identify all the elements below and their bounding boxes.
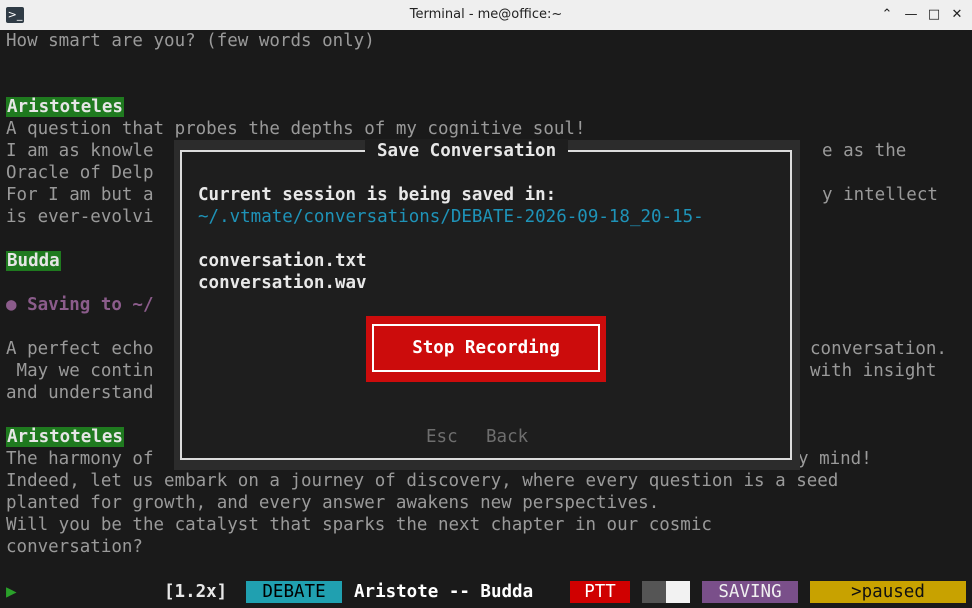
speaker-name: Aristoteles <box>6 427 124 447</box>
stop-recording-button[interactable]: Stop Recording <box>372 324 600 372</box>
user-question: How smart are you? (few words only) <box>6 31 375 51</box>
message-line: and understand <box>6 383 154 403</box>
message-line: The harmony of <box>6 449 154 469</box>
message-line: e as the <box>822 141 907 161</box>
speaker-name: Aristoteles <box>6 97 124 117</box>
window-title: Terminal - me@office:~ <box>409 7 563 22</box>
speakers-label: Aristote -- Budda <box>354 582 534 602</box>
speaker-label: Aristoteles <box>6 96 124 118</box>
speaker-label: Budda <box>6 250 61 272</box>
message-line: planted for growth, and every answer awa… <box>6 493 660 513</box>
saved-in-label: Current session is being saved in: <box>198 185 557 205</box>
message-line: A question that probes the depths of my … <box>6 119 586 139</box>
level-meter-dark <box>642 581 666 603</box>
esc-key-hint[interactable]: Esc <box>426 426 458 448</box>
back-hint[interactable]: Back <box>486 426 528 448</box>
window-titlebar: >_ Terminal - me@office:~ ⌃ — □ ✕ <box>0 0 972 31</box>
message-line: conversation. <box>810 339 947 359</box>
message-line: with insight <box>810 361 937 381</box>
prompt-arrow-icon: ▶ <box>6 582 17 602</box>
saving-indicator: ● Saving to ~/ <box>6 295 154 315</box>
save-path: ~/.vtmate/conversations/DEBATE-2026-09-1… <box>198 207 704 227</box>
level-meter-light <box>666 581 690 603</box>
chevron-up-icon[interactable]: ⌃ <box>878 6 896 24</box>
message-line: conversation? <box>6 537 143 557</box>
message-line: Indeed, let us embark on a journey of di… <box>6 471 839 491</box>
close-icon[interactable]: ✕ <box>948 6 966 24</box>
file-name: conversation.txt <box>198 251 367 271</box>
file-name: conversation.wav <box>198 273 367 293</box>
message-line: y mind! <box>798 449 872 469</box>
message-line: Oracle of Delp <box>6 163 154 183</box>
message-line: A perfect echo <box>6 339 154 359</box>
speed-indicator: [1.2x] <box>164 582 228 602</box>
message-line: For I am but a <box>6 185 154 205</box>
maximize-icon[interactable]: □ <box>925 6 943 24</box>
saving-badge: SAVING <box>702 581 798 603</box>
paused-badge: >paused <box>810 581 966 603</box>
speaker-name: Budda <box>6 251 61 271</box>
message-line: is ever-evolvi <box>6 207 154 227</box>
speaker-label: Aristoteles <box>6 426 124 448</box>
message-line: y intellect <box>822 185 938 205</box>
message-line: I am as knowle <box>6 141 154 161</box>
message-line: May we contin <box>6 361 154 381</box>
dialog-title: Save Conversation <box>365 139 569 163</box>
minimize-icon[interactable]: — <box>902 6 920 24</box>
mode-badge: DEBATE <box>246 581 342 603</box>
status-bar: ▶ [1.2x] DEBATE Aristote -- Budda PTT SA… <box>0 578 972 604</box>
ptt-badge: PTT <box>570 581 630 603</box>
message-line: Will you be the catalyst that sparks the… <box>6 515 712 535</box>
